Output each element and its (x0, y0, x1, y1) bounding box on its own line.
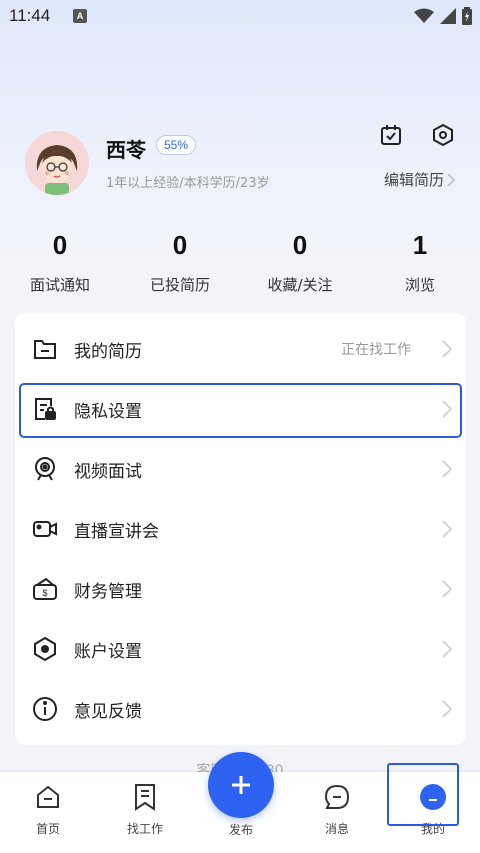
avatar[interactable] (25, 131, 89, 195)
hexagon-settings-icon (31, 635, 59, 663)
chevron-right-icon (447, 172, 456, 187)
svg-text:$: $ (42, 588, 47, 598)
stat-label: 面试通知 (29, 276, 90, 294)
menu-item-video-interview[interactable]: 视频面试 (15, 439, 466, 499)
menu-label: 我的简历 (74, 341, 142, 362)
battery-icon (462, 7, 472, 25)
stat-label: 已投简历 (149, 276, 210, 294)
privacy-lock-icon (31, 395, 59, 423)
wallet-icon: $ (31, 575, 59, 603)
user-name: 西苓 (106, 138, 146, 162)
menu-label: 隐私设置 (74, 401, 142, 422)
header-actions (378, 122, 456, 148)
stat-value: 1 (412, 230, 428, 260)
stat-value: 0 (172, 230, 188, 260)
plus-icon (232, 776, 250, 794)
publish-button[interactable] (208, 752, 274, 818)
info-icon (31, 695, 59, 723)
chevron-right-icon (442, 520, 453, 538)
tab-label: 消息 (324, 822, 349, 836)
chevron-right-icon (442, 580, 453, 598)
notification-icon: A (73, 9, 87, 23)
profile-header: 西苓 55% 1年以上经验/本科学历/23岁 编辑简历 (0, 123, 480, 208)
stat-views[interactable]: 1 浏览 (360, 230, 480, 300)
tab-label: 我的 (420, 822, 445, 836)
tab-messages[interactable]: 消息 (302, 782, 372, 837)
menu-card: 我的简历 正在找工作 隐私设置 视频面试 直播宣讲会 $ 财务管理 账户设置 意… (15, 313, 466, 745)
stat-value: 0 (292, 230, 308, 260)
menu-label: 直播宣讲会 (74, 521, 159, 542)
settings-hexagon-icon[interactable] (430, 122, 456, 148)
menu-label: 账户设置 (74, 641, 142, 662)
video-camera-icon (31, 515, 59, 543)
menu-item-account-settings[interactable]: 账户设置 (15, 619, 466, 679)
stat-label: 收藏/关注 (267, 276, 333, 294)
menu-item-privacy-settings[interactable]: 隐私设置 (15, 379, 466, 439)
menu-item-live-talk[interactable]: 直播宣讲会 (15, 499, 466, 559)
menu-label: 意见反馈 (74, 701, 142, 722)
chat-bubble-icon (322, 782, 352, 812)
webcam-icon (31, 455, 59, 483)
stat-interview-notices[interactable]: 0 面试通知 (0, 230, 120, 300)
tab-label: 首页 (35, 822, 60, 836)
tab-label: 找工作 (126, 822, 163, 836)
bookmark-list-icon (130, 782, 160, 812)
stat-favorites[interactable]: 0 收藏/关注 (240, 230, 360, 300)
stat-label: 浏览 (404, 276, 435, 294)
wifi-icon (414, 8, 434, 23)
status-time: 11:44 (9, 6, 51, 25)
user-meta: 1年以上经验/本科学历/23岁 (106, 176, 270, 191)
edit-resume-link[interactable]: 编辑简历 (384, 169, 456, 190)
menu-hint: 正在找工作 (341, 342, 411, 358)
menu-item-my-resume[interactable]: 我的简历 正在找工作 (15, 319, 466, 379)
publish-label: 发布 (228, 823, 253, 837)
chevron-right-icon (442, 640, 453, 658)
profile-active-icon (418, 782, 448, 812)
chevron-right-icon (442, 460, 453, 478)
tab-home[interactable]: 首页 (13, 782, 83, 837)
stat-value: 0 (52, 230, 68, 260)
status-bar: 11:44 A (0, 0, 480, 34)
calendar-check-icon[interactable] (378, 122, 404, 148)
tab-mine[interactable]: 我的 (398, 782, 468, 837)
resume-folder-icon (31, 335, 59, 363)
menu-item-finance[interactable]: $ 财务管理 (15, 559, 466, 619)
status-icons (414, 7, 472, 25)
chevron-right-icon (442, 340, 453, 358)
chevron-right-icon (442, 400, 453, 418)
chevron-right-icon (442, 700, 453, 718)
signal-icon (440, 8, 456, 24)
tab-find-jobs[interactable]: 找工作 (110, 782, 180, 837)
home-icon (33, 782, 63, 812)
stats-row: 0 面试通知 0 已投简历 0 收藏/关注 1 浏览 (0, 230, 480, 300)
menu-item-feedback[interactable]: 意见反馈 (15, 679, 466, 739)
edit-resume-label: 编辑简历 (383, 171, 444, 189)
menu-label: 财务管理 (74, 581, 142, 602)
stat-applied-resumes[interactable]: 0 已投简历 (120, 230, 240, 300)
menu-label: 视频面试 (74, 461, 142, 482)
resume-completion-badge: 55% (156, 135, 197, 155)
